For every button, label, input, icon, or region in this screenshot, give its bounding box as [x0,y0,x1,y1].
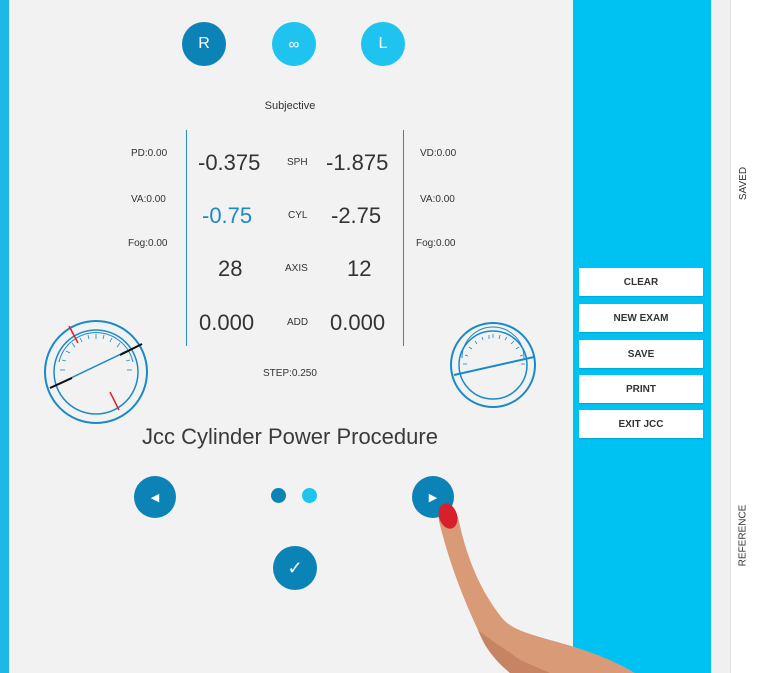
check-icon: ✓ [287,557,303,578]
axis-label: AXIS [285,263,308,274]
binocular-button[interactable]: ∞ [272,22,316,66]
procedure-title: Jcc Cylinder Power Procedure [142,424,438,449]
side-tabs-panel [730,0,761,673]
fog-right-value: Fog:0.00 [416,238,456,249]
sph-right-value[interactable]: -0.375 [198,150,260,176]
prev-arrow-icon: ◀ [150,491,160,504]
axis-gauge-icon [44,320,148,424]
vd-value: VD:0.00 [420,148,457,159]
clear-button[interactable]: CLEAR [579,268,703,296]
step-value: STEP:0.250 [263,368,317,379]
add-label: ADD [287,317,309,328]
page-indicator-2[interactable] [302,488,317,503]
cyl-label: CYL [288,210,308,221]
section-title: Subjective [264,100,316,112]
add-right-value[interactable]: 0.000 [199,310,254,336]
divider-left [186,130,187,346]
axis-right-value[interactable]: 28 [218,256,242,282]
page-indicator-1[interactable] [271,488,286,503]
va-right-value: VA:0.00 [420,194,455,205]
cyl-right-value[interactable]: -0.75 [202,203,252,229]
new-exam-button[interactable]: NEW EXAM [579,304,703,332]
left-eye-button[interactable]: L [361,22,405,66]
add-left-value[interactable]: 0.000 [330,310,385,336]
cyl-left-value[interactable]: -2.75 [331,203,381,229]
axis-left-value[interactable]: 12 [347,256,371,282]
fog-left-value: Fog:0.00 [128,238,168,249]
tab-reference[interactable]: REFERENCE [737,505,748,567]
tab-saved[interactable]: SAVED [738,167,749,200]
divider-right [403,130,404,346]
confirm-button[interactable]: ✓ [273,546,317,590]
axis-gauge-icon [450,322,536,408]
sph-label: SPH [287,157,308,168]
va-left-value: VA:0.00 [131,194,166,205]
save-button[interactable]: SAVE [579,340,703,368]
print-button[interactable]: PRINT [579,375,703,403]
pointing-hand-photo [438,503,635,673]
prev-button[interactable]: ◀ [134,476,176,518]
right-eye-button[interactable]: R [182,22,226,66]
sph-left-value[interactable]: -1.875 [326,150,388,176]
exit-jcc-button[interactable]: EXIT JCC [579,410,703,438]
side-gap [711,0,730,673]
pd-value: PD:0.00 [131,148,168,159]
